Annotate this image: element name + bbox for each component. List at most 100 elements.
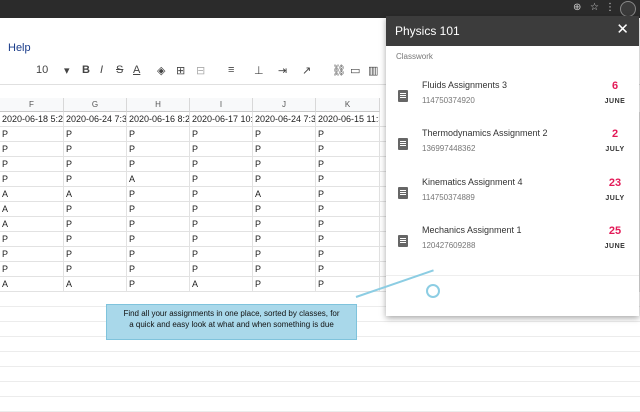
table-cell[interactable]: A xyxy=(253,187,316,202)
table-cell[interactable]: 2020-06-18 5:27 xyxy=(0,112,64,127)
table-cell[interactable]: P xyxy=(0,127,64,142)
table-cell[interactable]: P xyxy=(316,172,380,187)
close-icon[interactable]: ✕ xyxy=(616,22,629,37)
table-cell[interactable]: P xyxy=(0,262,64,277)
table-cell[interactable]: 2020-06-15 11:3 xyxy=(316,112,380,127)
table-cell[interactable]: A xyxy=(0,217,64,232)
table-cell[interactable]: P xyxy=(127,127,190,142)
table-cell[interactable]: P xyxy=(253,262,316,277)
vertical-align-icon[interactable]: ⊥ xyxy=(254,64,264,77)
table-cell[interactable]: P xyxy=(316,187,380,202)
menu-help[interactable]: Help xyxy=(8,42,31,54)
table-cell[interactable]: P xyxy=(127,142,190,157)
table-cell[interactable]: P xyxy=(127,157,190,172)
strikethrough-button[interactable]: S xyxy=(116,64,123,76)
fill-color-icon[interactable]: ◈ xyxy=(157,64,165,77)
table-cell[interactable]: P xyxy=(64,262,127,277)
table-cell[interactable]: P xyxy=(64,127,127,142)
table-cell[interactable]: P xyxy=(253,277,316,292)
table-cell[interactable]: P xyxy=(190,157,253,172)
text-wrap-icon[interactable]: ⇥ xyxy=(278,64,287,77)
table-cell[interactable]: A xyxy=(64,277,127,292)
table-cell[interactable]: P xyxy=(253,217,316,232)
borders-icon[interactable]: ⊞ xyxy=(176,64,185,77)
table-cell[interactable]: A xyxy=(0,202,64,217)
table-cell[interactable]: P xyxy=(127,262,190,277)
table-cell[interactable]: P xyxy=(0,232,64,247)
chart-icon[interactable]: ▥ xyxy=(368,64,378,77)
table-cell[interactable]: A xyxy=(190,277,253,292)
table-cell[interactable]: P xyxy=(127,187,190,202)
table-cell[interactable]: P xyxy=(190,127,253,142)
text-color-button[interactable]: A xyxy=(133,64,140,76)
table-cell[interactable]: P xyxy=(64,157,127,172)
table-cell[interactable]: P xyxy=(316,262,380,277)
table-cell[interactable]: P xyxy=(127,217,190,232)
table-cell[interactable]: P xyxy=(64,172,127,187)
table-cell[interactable]: P xyxy=(64,232,127,247)
table-cell[interactable]: P xyxy=(190,172,253,187)
table-cell[interactable]: P xyxy=(316,232,380,247)
table-cell[interactable]: P xyxy=(127,247,190,262)
table-cell[interactable]: P xyxy=(64,247,127,262)
table-cell[interactable]: P xyxy=(0,247,64,262)
table-cell[interactable]: P xyxy=(0,172,64,187)
bold-button[interactable]: B xyxy=(82,64,90,76)
table-cell[interactable]: P xyxy=(190,217,253,232)
link-icon[interactable]: ⛓ xyxy=(332,64,346,77)
table-cell[interactable]: P xyxy=(127,277,190,292)
assignment-item[interactable]: Fluids Assignments 3 114750374920 6 JUNE xyxy=(386,80,639,128)
table-cell[interactable]: P xyxy=(253,247,316,262)
merge-cells-icon[interactable]: ⊟ xyxy=(196,64,205,77)
table-cell[interactable]: P xyxy=(190,142,253,157)
assignment-item[interactable]: Mechanics Assignment 1 120427609288 25 J… xyxy=(386,225,639,273)
column-header-g[interactable]: G xyxy=(64,98,127,112)
table-cell[interactable]: A xyxy=(0,277,64,292)
column-header-k[interactable]: K xyxy=(316,98,380,112)
table-cell[interactable]: P xyxy=(316,217,380,232)
table-cell[interactable]: A xyxy=(0,187,64,202)
table-cell[interactable]: A xyxy=(64,187,127,202)
table-cell[interactable]: A xyxy=(127,172,190,187)
table-cell[interactable]: P xyxy=(0,142,64,157)
table-cell[interactable]: P xyxy=(253,142,316,157)
comment-icon[interactable]: ▭ xyxy=(350,64,360,77)
table-cell[interactable]: P xyxy=(316,142,380,157)
table-cell[interactable]: P xyxy=(316,247,380,262)
table-cell[interactable]: 2020-06-16 8:29 xyxy=(127,112,190,127)
table-cell[interactable]: 2020-06-24 7:30 xyxy=(64,112,127,127)
table-cell[interactable]: P xyxy=(316,202,380,217)
table-cell[interactable]: P xyxy=(190,202,253,217)
table-cell[interactable]: P xyxy=(190,232,253,247)
table-cell[interactable]: P xyxy=(190,262,253,277)
menu-dots-icon[interactable]: ⋮ xyxy=(605,2,615,13)
column-header-h[interactable]: H xyxy=(127,98,190,112)
table-cell[interactable]: P xyxy=(253,202,316,217)
table-cell[interactable]: P xyxy=(316,157,380,172)
table-cell[interactable]: P xyxy=(0,157,64,172)
assignment-item[interactable]: Kinematics Assignment 4 114750374889 23 … xyxy=(386,177,639,225)
table-cell[interactable]: 2020-06-24 7:30 xyxy=(253,112,316,127)
zoom-icon[interactable]: ⊕ xyxy=(573,2,581,13)
table-cell[interactable]: P xyxy=(253,172,316,187)
extension-avatar[interactable] xyxy=(620,1,636,17)
star-icon[interactable]: ☆ xyxy=(590,2,599,13)
table-cell[interactable]: 2020-06-17 10:3 xyxy=(190,112,253,127)
font-size-selector[interactable]: 10 xyxy=(36,64,48,76)
table-cell[interactable]: P xyxy=(127,202,190,217)
table-cell[interactable]: P xyxy=(253,157,316,172)
table-cell[interactable]: P xyxy=(64,202,127,217)
table-cell[interactable]: P xyxy=(253,232,316,247)
chevron-down-icon[interactable]: ▾ xyxy=(64,64,70,77)
column-header-f[interactable]: F xyxy=(0,98,64,112)
table-cell[interactable]: P xyxy=(190,187,253,202)
table-cell[interactable]: P xyxy=(253,127,316,142)
italic-button[interactable]: I xyxy=(100,64,103,76)
table-cell[interactable]: P xyxy=(316,127,380,142)
table-cell[interactable]: P xyxy=(127,232,190,247)
table-cell[interactable]: P xyxy=(64,217,127,232)
table-cell[interactable]: P xyxy=(190,247,253,262)
column-header-j[interactable]: J xyxy=(253,98,316,112)
text-rotation-icon[interactable]: ↗ xyxy=(302,64,311,77)
align-left-icon[interactable]: ≡ xyxy=(228,64,234,76)
